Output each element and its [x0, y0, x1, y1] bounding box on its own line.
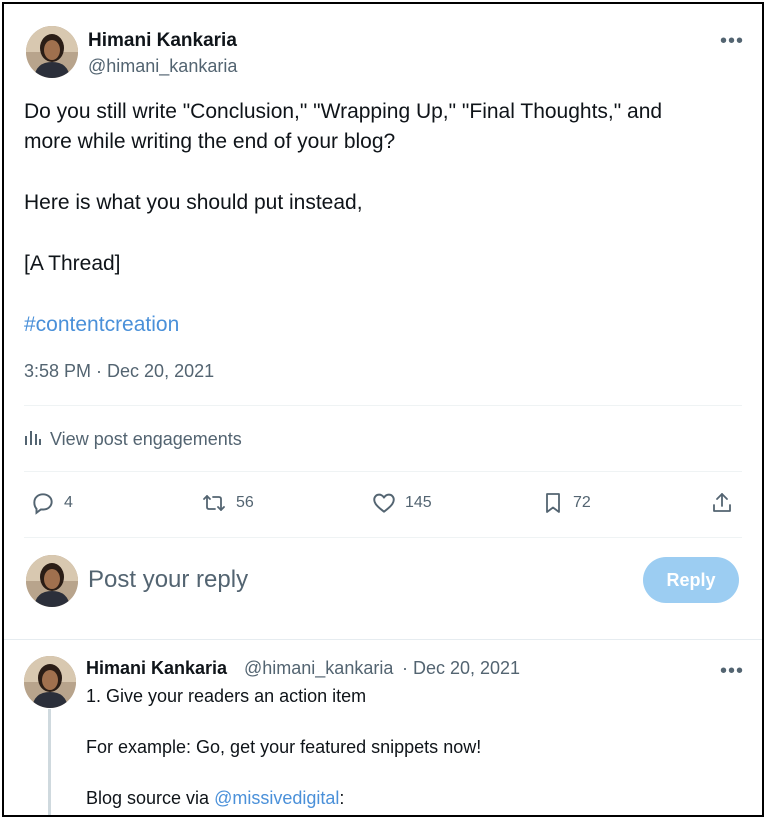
like-action[interactable]: 145 — [371, 490, 432, 516]
reply-author-avatar[interactable] — [24, 656, 76, 708]
reply-text-line-1: 1. Give your readers an action item — [86, 686, 367, 706]
heart-icon — [371, 490, 397, 516]
reply-text-prefix: Blog source via — [86, 788, 215, 808]
reply-text-line-2: For example: Go, get your featured snipp… — [86, 737, 482, 757]
reply-date[interactable]: · Dec 20, 2021 — [402, 658, 520, 679]
reply-more-options-icon[interactable]: ••• — [720, 661, 744, 681]
screenshot-frame: Himani Kankaria @himani_kankaria ••• Do … — [2, 2, 764, 817]
view-engagements-label: View post engagements — [50, 429, 242, 449]
current-user-avatar[interactable] — [26, 555, 78, 607]
post-timestamp[interactable]: 3:58 PM · Dec 20, 2021 — [24, 361, 214, 382]
post-text-line-2: more while writing the end of your blog? — [24, 130, 396, 153]
repost-icon — [200, 490, 228, 516]
post-text-line-1: Do you still write "Conclusion," "Wrappi… — [24, 100, 663, 123]
analytics-icon — [24, 428, 42, 451]
reply-count: 4 — [64, 494, 73, 511]
repost-action[interactable]: 56 — [200, 490, 254, 516]
reply-icon — [30, 490, 56, 516]
share-action[interactable] — [710, 490, 734, 516]
divider — [24, 471, 742, 472]
author-handle[interactable]: @himani_kankaria — [88, 56, 237, 77]
post-text-line-4: [A Thread] — [24, 252, 121, 275]
bookmark-action[interactable]: 72 — [541, 490, 591, 516]
view-engagements-link[interactable]: View post engagements — [24, 428, 242, 451]
bookmark-icon — [541, 490, 565, 516]
reply-text-line-3: Blog source via @missivedigital: — [86, 788, 344, 809]
post-text-line-3: Here is what you should put instead, — [24, 191, 363, 214]
reply-text-suffix: : — [339, 788, 345, 808]
reply-author-name[interactable]: Himani Kankaria — [86, 658, 227, 679]
author-name[interactable]: Himani Kankaria — [88, 30, 237, 52]
hashtag-link[interactable]: #contentcreation — [24, 310, 179, 340]
more-options-icon[interactable]: ••• — [720, 31, 744, 51]
thread-connector-line — [48, 709, 51, 815]
repost-count: 56 — [236, 494, 254, 511]
reply-button[interactable]: Reply — [643, 557, 739, 603]
share-icon — [710, 490, 734, 516]
divider — [24, 405, 742, 406]
reply-input[interactable]: Post your reply — [88, 566, 248, 594]
bookmark-count: 72 — [573, 494, 591, 511]
reply-author-handle[interactable]: @himani_kankaria — [244, 658, 393, 679]
divider — [24, 537, 742, 538]
author-avatar[interactable] — [26, 26, 78, 78]
section-divider — [4, 639, 762, 640]
mention-link[interactable]: @missivedigital — [214, 788, 339, 808]
reply-action[interactable]: 4 — [30, 490, 73, 516]
like-count: 145 — [405, 494, 432, 511]
